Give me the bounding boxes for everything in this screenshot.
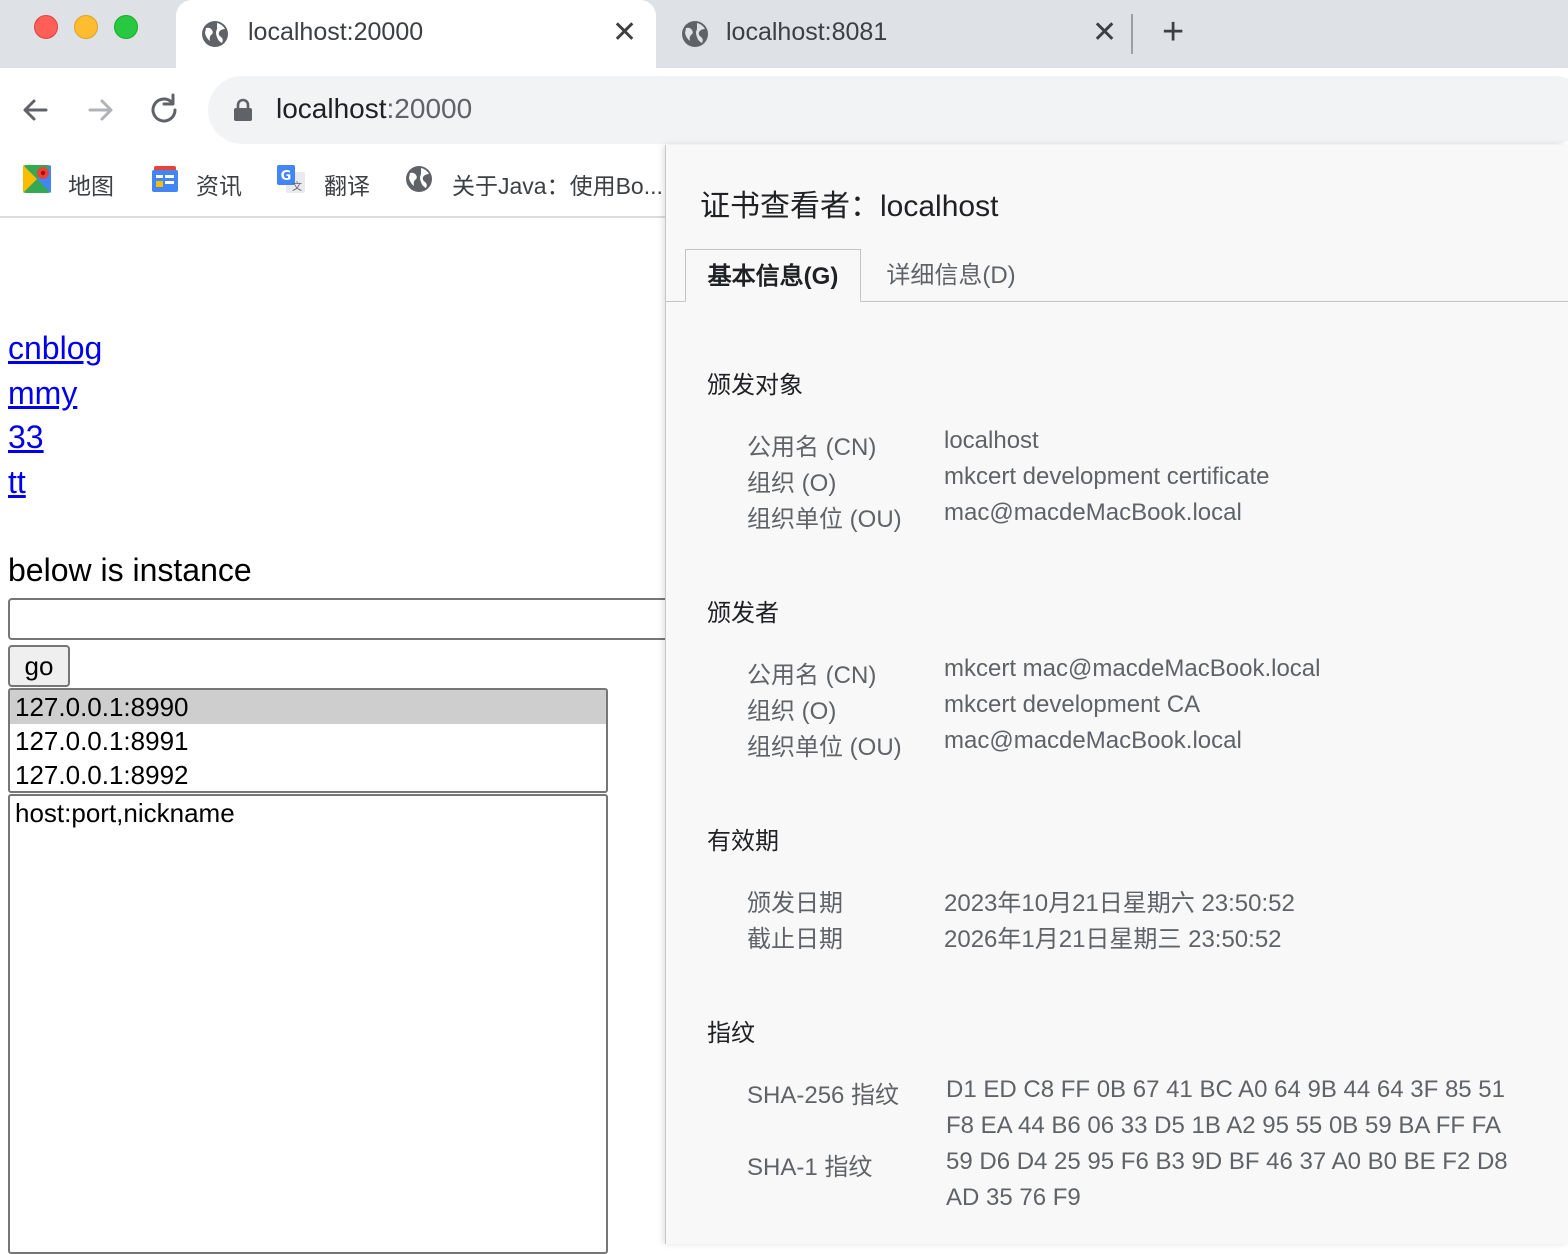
tab-strip: localhost:20000 ✕ localhost:8081 ✕ +: [0, 0, 1568, 68]
instance-listbox[interactable]: 127.0.0.1:8990 127.0.0.1:8991 127.0.0.1:…: [8, 688, 608, 793]
field-key: 组织 (O): [747, 470, 837, 497]
field-value: 2023年10月21日星期六 23:50:52: [944, 890, 1295, 917]
lock-icon[interactable]: [232, 98, 254, 122]
tab-localhost-8081[interactable]: localhost:8081 ✕: [660, 0, 1120, 68]
instance-input[interactable]: [8, 598, 688, 640]
svg-text:文: 文: [292, 180, 302, 193]
field-key: 组织 (O): [747, 698, 837, 725]
close-window-button[interactable]: [34, 15, 58, 39]
forward-icon[interactable]: [80, 90, 120, 130]
field-key: 颁发日期: [747, 890, 843, 917]
new-tab-button[interactable]: +: [1162, 12, 1184, 52]
translate-icon: G 文: [277, 165, 305, 193]
bookmark-java[interactable]: 关于Java：使用Bo...: [404, 164, 666, 196]
link-mmy[interactable]: mmy: [8, 373, 77, 413]
sha1-line-1: 59 D6 D4 25 95 F6 B3 9D BF 46 37 A0 B0 B…: [946, 1148, 1508, 1175]
bookmark-label: 资讯: [196, 173, 242, 199]
section-issuer-heading: 颁发者: [707, 600, 779, 627]
link-cnblog[interactable]: cnblog: [8, 328, 102, 368]
field-value: mac@macdeMacBook.local: [944, 727, 1242, 754]
address-bar[interactable]: localhost:20000: [208, 76, 1568, 144]
field-value: mac@macdeMacBook.local: [944, 499, 1242, 526]
field-key: SHA-1 指纹: [747, 1154, 873, 1181]
bookmark-news[interactable]: 资讯: [150, 164, 250, 199]
bookmark-translate[interactable]: G 文 翻译: [276, 164, 376, 199]
certificate-viewer: 证书查看者：localhost 基本信息(G) 详细信息(D) 颁发对象 公用名…: [665, 145, 1568, 1244]
link-33[interactable]: 33: [8, 417, 44, 457]
field-key: 组织单位 (OU): [747, 734, 902, 761]
listbox-option[interactable]: 127.0.0.1:8990: [10, 690, 606, 724]
globe-icon: [406, 166, 432, 192]
bookmark-label: 关于Java：使用Bo...: [452, 173, 663, 196]
maps-icon: [23, 165, 51, 193]
sha256-line-1: D1 ED C8 FF 0B 67 41 BC A0 64 9B 44 64 3…: [946, 1076, 1505, 1103]
field-key: 公用名 (CN): [747, 662, 877, 689]
reload-icon[interactable]: [144, 90, 184, 130]
textarea-text: host:port,nickname: [15, 798, 235, 828]
tab-localhost-20000[interactable]: localhost:20000 ✕: [176, 0, 656, 68]
globe-icon: [202, 21, 228, 47]
instance-heading: below is instance: [8, 552, 252, 588]
sha256-line-2: F8 EA 44 B6 06 33 D5 1B A2 95 55 0B 59 B…: [946, 1112, 1502, 1139]
svg-text:G: G: [281, 169, 292, 184]
globe-icon: [682, 21, 708, 47]
field-key: SHA-256 指纹: [747, 1082, 900, 1109]
hosts-textarea[interactable]: host:port,nickname: [8, 794, 608, 1254]
field-value: 2026年1月21日星期三 23:50:52: [944, 926, 1282, 953]
go-button[interactable]: go: [8, 645, 70, 687]
tab-title: localhost:20000: [248, 18, 424, 46]
cert-title: 证书查看者：localhost: [700, 190, 999, 223]
listbox-option[interactable]: 127.0.0.1:8991: [10, 724, 606, 758]
section-fingerprint-heading: 指纹: [707, 1020, 755, 1047]
sha1-line-2: AD 35 76 F9: [946, 1184, 1081, 1211]
field-value: mkcert development certificate: [944, 463, 1270, 490]
link-tt[interactable]: tt: [8, 462, 26, 502]
section-subject-heading: 颁发对象: [707, 372, 803, 399]
news-icon: [152, 166, 178, 192]
field-key: 公用名 (CN): [747, 434, 877, 461]
field-value: mkcert mac@macdeMacBook.local: [944, 655, 1321, 682]
tab-title: localhost:8081: [726, 18, 888, 46]
bookmark-label: 翻译: [324, 173, 370, 199]
field-value: mkcert development CA: [944, 691, 1201, 718]
tab-basic-info[interactable]: 基本信息(G): [685, 249, 861, 302]
tab-close-button[interactable]: ✕: [612, 16, 637, 50]
back-icon[interactable]: [16, 90, 56, 130]
tab-detail-info[interactable]: 详细信息(D): [866, 249, 1036, 302]
minimize-window-button[interactable]: [74, 15, 98, 39]
url-text: localhost:20000: [276, 93, 473, 124]
listbox-option[interactable]: 127.0.0.1:8992: [10, 758, 606, 791]
field-key: 截止日期: [747, 926, 843, 953]
bookmark-label: 地图: [68, 173, 114, 199]
field-key: 组织单位 (OU): [747, 506, 902, 533]
tab-separator: [1131, 14, 1133, 54]
tab-close-button[interactable]: ✕: [1092, 16, 1117, 50]
maximize-window-button[interactable]: [114, 15, 138, 39]
field-value: localhost: [944, 427, 1039, 454]
section-validity-heading: 有效期: [707, 828, 779, 855]
browser-toolbar: localhost:20000: [0, 68, 1568, 150]
bookmark-maps[interactable]: 地图: [22, 164, 122, 199]
